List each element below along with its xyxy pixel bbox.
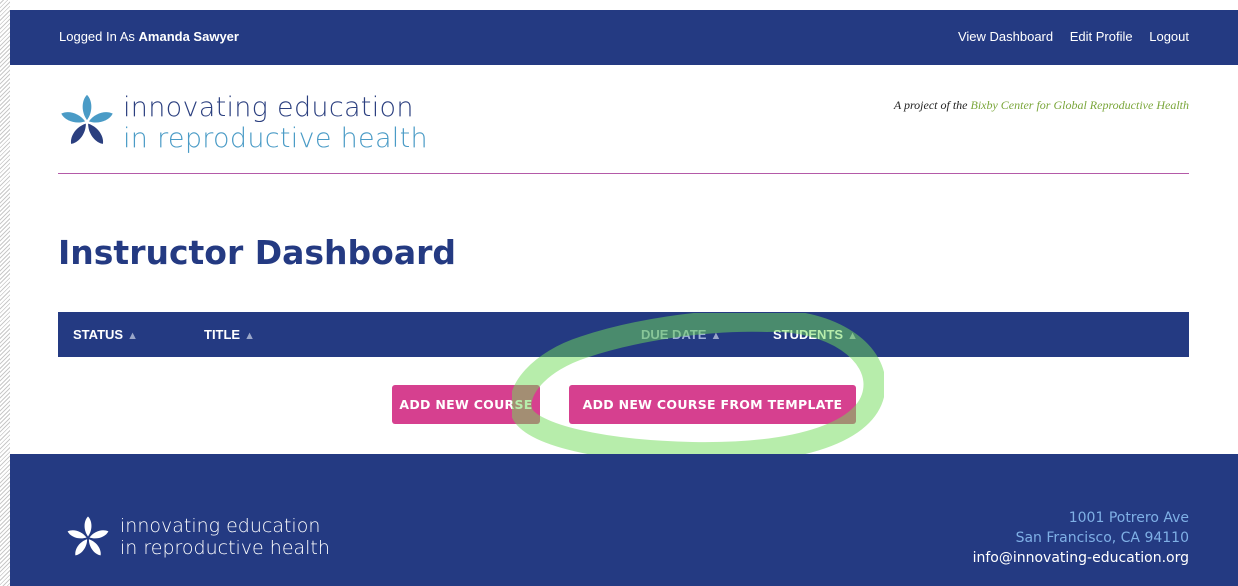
sort-icon: ▲︎ [710, 330, 722, 342]
address-city: San Francisco, CA 94110 [1015, 530, 1189, 546]
courses-table-header: STATUS ▲︎ TITLE ▲︎ DUE DATE ▲︎ STUDENTS ▲︎ [58, 312, 1189, 357]
brand-wordmark[interactable]: innovating education in reproductive hea… [123, 92, 428, 154]
header-divider [58, 173, 1189, 174]
brand-line-2: in reproductive health [123, 123, 428, 154]
column-due-date[interactable]: DUE DATE ▲︎ [641, 327, 721, 342]
edit-profile-link[interactable]: Edit Profile [1070, 29, 1133, 44]
logout-link[interactable]: Logout [1149, 29, 1189, 44]
footer-address: 1001 Potrero Ave San Francisco, CA 94110… [973, 508, 1189, 568]
add-new-course-button[interactable]: ADD NEW COURSE [392, 385, 540, 424]
footer: innovating education in reproductive hea… [10, 454, 1238, 586]
flower-logo-icon[interactable] [58, 93, 116, 151]
add-course-from-template-button[interactable]: ADD NEW COURSE FROM TEMPLATE [569, 385, 856, 424]
column-title[interactable]: TITLE ▲︎ [204, 327, 255, 342]
address-street: 1001 Potrero Ave [1068, 510, 1189, 526]
footer-wordmark: innovating education in reproductive hea… [120, 515, 330, 559]
page-edge-hatch [0, 0, 10, 586]
login-status: Logged In As Amanda Sawyer [59, 29, 239, 44]
user-name: Amanda Sawyer [138, 29, 239, 44]
column-status[interactable]: STATUS ▲︎ [73, 327, 138, 342]
bixby-center-link[interactable]: Bixby Center for Global Reproductive Hea… [970, 98, 1189, 112]
view-dashboard-link[interactable]: View Dashboard [958, 29, 1053, 44]
column-students[interactable]: STUDENTS ▲︎ [773, 327, 858, 342]
flower-logo-icon [67, 516, 109, 556]
page-title: Instructor Dashboard [58, 233, 456, 272]
sort-icon: ▲︎ [127, 330, 138, 342]
project-credit: A project of the Bixby Center for Global… [893, 98, 1189, 112]
top-nav: View Dashboard Edit Profile Logout [945, 29, 1189, 44]
top-bar: Logged In As Amanda Sawyer View Dashboar… [10, 10, 1238, 65]
brand-line-1: innovating education [123, 92, 414, 123]
contact-email-link[interactable]: info@innovating-education.org [973, 548, 1189, 568]
sort-icon: ▲︎ [244, 330, 255, 342]
sort-icon: ▲︎ [847, 330, 858, 342]
